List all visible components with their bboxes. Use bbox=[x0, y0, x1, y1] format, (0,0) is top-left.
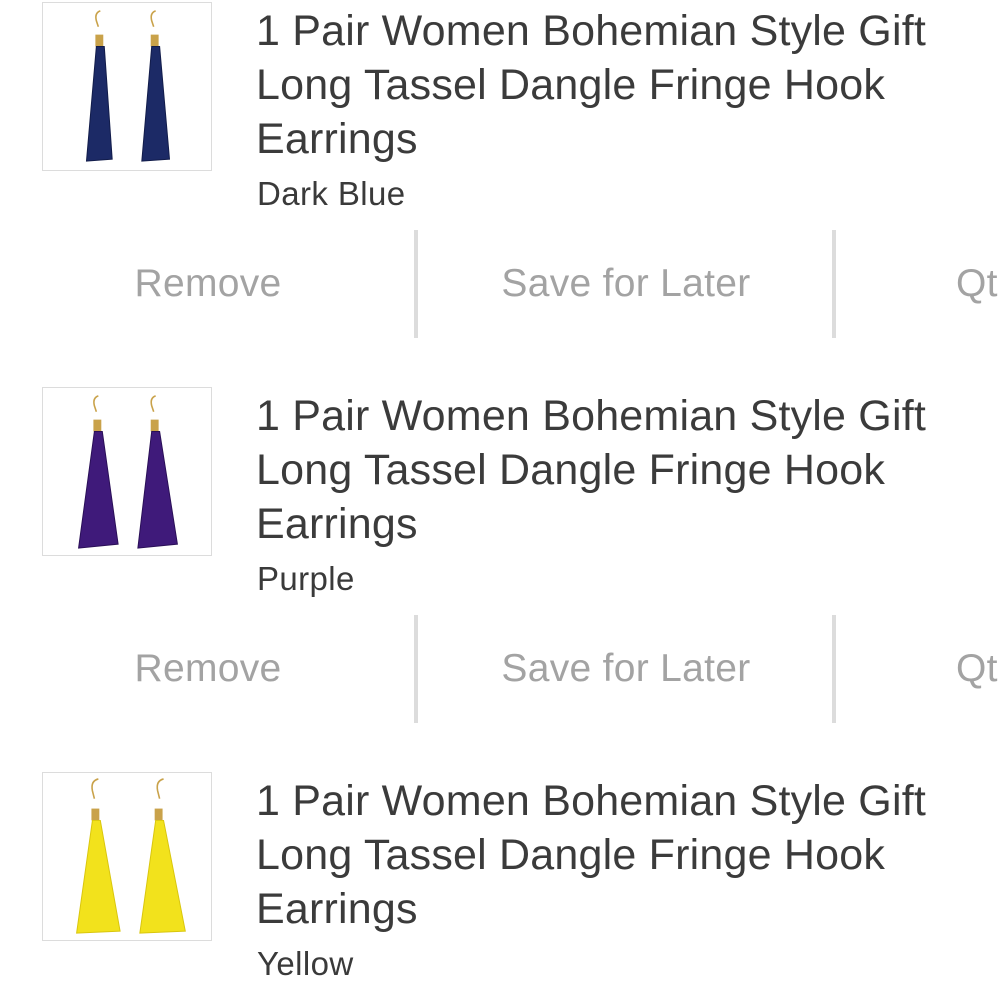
product-title[interactable]: 1 Pair Women Bohemian Style Gift Long Ta… bbox=[256, 4, 976, 166]
divider bbox=[832, 615, 836, 723]
product-variant: Purple bbox=[257, 560, 355, 597]
quantity-selector[interactable]: Qt bbox=[956, 613, 1000, 725]
tassel-earrings-image bbox=[78, 395, 178, 549]
product-variant: Dark Blue bbox=[257, 175, 406, 212]
product-thumbnail[interactable] bbox=[42, 2, 212, 171]
remove-button[interactable]: Remove bbox=[0, 228, 416, 340]
item-actions: Remove Save for Later Qt bbox=[0, 228, 1000, 340]
quantity-selector[interactable]: Qt bbox=[956, 228, 1000, 340]
save-for-later-button[interactable]: Save for Later bbox=[418, 228, 834, 340]
product-thumbnail[interactable] bbox=[42, 772, 212, 941]
product-title[interactable]: 1 Pair Women Bohemian Style Gift Long Ta… bbox=[256, 774, 976, 936]
tassel-earrings-image bbox=[85, 10, 171, 162]
divider bbox=[832, 230, 836, 338]
product-thumbnail[interactable] bbox=[42, 387, 212, 556]
item-actions: Remove Save for Later Qt bbox=[0, 613, 1000, 725]
product-title[interactable]: 1 Pair Women Bohemian Style Gift Long Ta… bbox=[256, 389, 976, 551]
remove-button[interactable]: Remove bbox=[0, 613, 416, 725]
tassel-earrings-image bbox=[76, 778, 186, 934]
save-for-later-button[interactable]: Save for Later bbox=[418, 613, 834, 725]
product-variant: Yellow bbox=[257, 945, 354, 982]
